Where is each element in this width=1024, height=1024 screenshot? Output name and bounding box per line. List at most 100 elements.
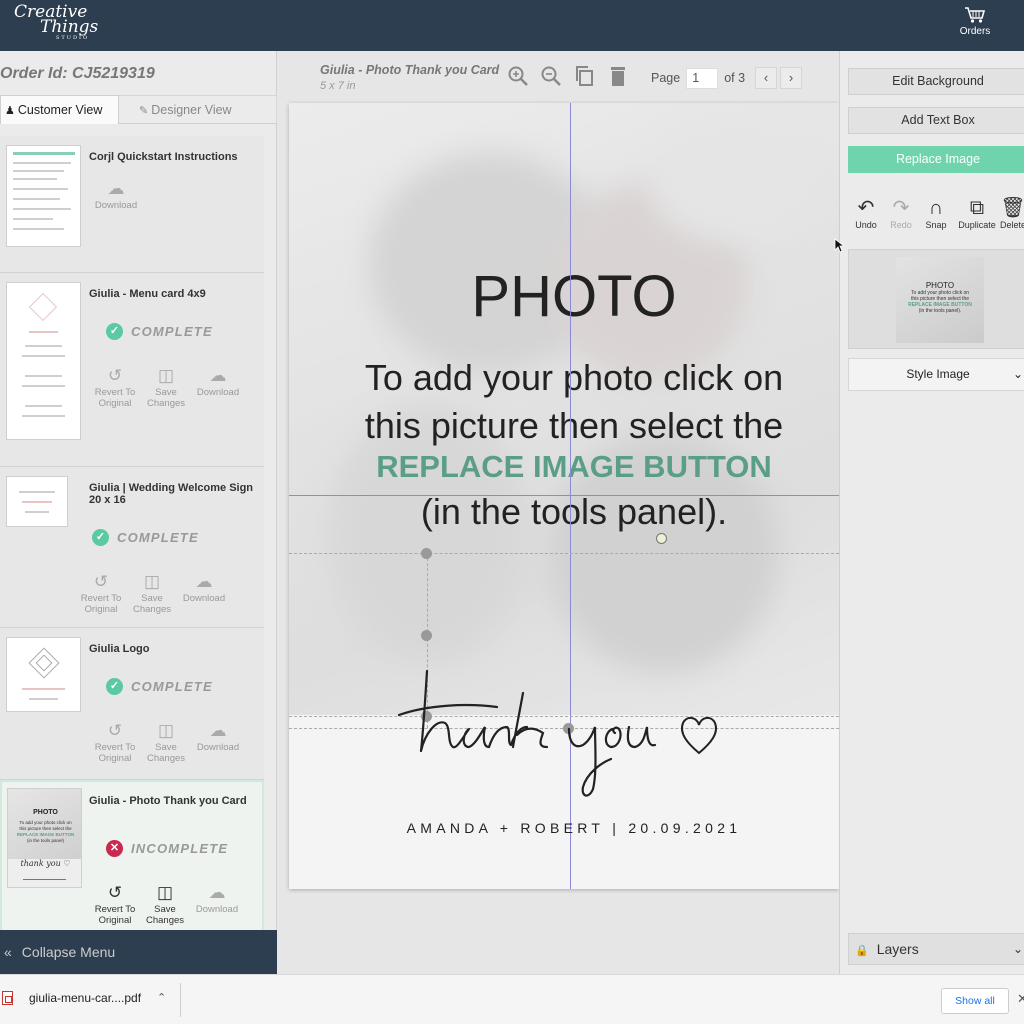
revert-button[interactable]: ↺ Revert To Original [75, 571, 127, 615]
document-size: 5 x 7 in [320, 80, 356, 92]
style-image-label: Style Image [906, 367, 970, 381]
magnet-icon: ∩ [928, 197, 944, 219]
image-preview: PHOTO To add your photo click on this pi… [896, 257, 984, 343]
copy-icon[interactable] [574, 65, 596, 93]
save-changes-button[interactable]: ◫ Save Changes [140, 720, 192, 764]
replace-image-hint[interactable]: REPLACE IMAGE BUTTON [289, 449, 839, 485]
status-label: COMPLETE [131, 679, 213, 694]
download-button[interactable]: ☁ Download [178, 571, 230, 605]
status-label: COMPLETE [117, 530, 199, 545]
page-number-input[interactable]: 1 [686, 67, 719, 89]
style-image-dropdown[interactable]: Style Image ⌄ [848, 358, 1024, 391]
horizontal-guide [289, 495, 839, 496]
show-all-button[interactable]: Show all [941, 988, 1009, 1014]
download-button[interactable]: ☁ Download [90, 178, 142, 212]
rotate-handle[interactable] [656, 533, 667, 544]
design-canvas[interactable]: PHOTO To add your photo click on this pi… [289, 103, 839, 889]
image-preview-box: PHOTO To add your photo click on this pi… [848, 249, 1024, 349]
delete-button[interactable]: 🗑 Delete [998, 197, 1024, 230]
card-title: Giulia - Photo Thank you Card [89, 795, 247, 807]
zoom-in-icon[interactable] [507, 65, 529, 93]
product-card-welcome-sign[interactable]: Giulia | Wedding Welcome Sign 20 x 16 ✓ C… [0, 467, 264, 628]
close-icon[interactable]: ✕ [1017, 991, 1024, 1007]
action-label: Revert To Original [94, 742, 136, 764]
tool-label: Undo [855, 220, 877, 230]
revert-button[interactable]: ↺ Revert To Original [89, 720, 141, 764]
product-card-logo[interactable]: Giulia Logo ✓ COMPLETE ↺ Revert To Origin… [0, 628, 264, 780]
add-text-box-button[interactable]: Add Text Box [848, 107, 1024, 134]
pdf-file-icon [2, 991, 13, 1005]
top-bar: Creative Things STUDIO Orders [0, 0, 1024, 51]
prev-page-button[interactable]: ‹ [755, 67, 778, 89]
product-card-menu[interactable]: Giulia - Menu card 4x9 ✓ COMPLETE ↺ Rever… [0, 273, 264, 467]
edit-background-button[interactable]: Edit Background [848, 68, 1024, 95]
card-thumbnail: PHOTO To add your photo click on this pic… [7, 788, 82, 888]
trash-icon: 🗑 [1000, 197, 1024, 219]
double-chevron-left-icon: « [4, 944, 12, 960]
product-card-quickstart[interactable]: Corjl Quickstart Instructions ☁ Download [0, 136, 264, 273]
revert-icon: ↺ [107, 883, 123, 902]
collapse-menu-button[interactable]: « Collapse Menu [0, 930, 277, 974]
save-changes-button[interactable]: ◫ Save Changes [139, 882, 191, 926]
instruction-line-2[interactable]: this picture then select the [289, 405, 839, 447]
order-id: Order Id: CJ5219319 [0, 65, 155, 82]
resize-handle[interactable] [421, 548, 432, 559]
revert-icon: ↺ [107, 721, 123, 740]
collapse-label: Collapse Menu [21, 944, 116, 960]
cloud-download-icon: ☁ [107, 179, 125, 198]
redo-button[interactable]: ↷ Redo [881, 197, 921, 230]
revert-button[interactable]: ↺ Revert To Original [89, 882, 141, 926]
tab-customer-view[interactable]: ♟ Customer View [0, 95, 119, 124]
action-label: Download [196, 742, 240, 753]
view-tabs: ♟ Customer View ✎ Designer View [0, 95, 277, 124]
cloud-download-icon: ☁ [208, 883, 226, 902]
tool-label: Snap [925, 220, 947, 230]
zoom-out-icon[interactable] [540, 65, 562, 93]
tool-label: Delete [999, 220, 1024, 230]
card-thumbnail [6, 145, 81, 247]
replace-image-button[interactable]: Replace Image [848, 146, 1024, 173]
chevron-up-icon[interactable]: ⌃ [157, 991, 166, 1004]
download-file-name: giulia-menu-car....pdf [29, 991, 142, 1005]
duplicate-button[interactable]: ⧉ Duplicate [955, 197, 999, 230]
preview-title: PHOTO [925, 281, 955, 290]
redo-icon: ↷ [892, 197, 910, 219]
save-changes-button[interactable]: ◫ Save Changes [126, 571, 178, 615]
page-label: Page [651, 71, 681, 85]
card-thumbnail [6, 476, 68, 527]
status-label: COMPLETE [131, 324, 213, 339]
snap-button[interactable]: ∩ Snap [916, 197, 956, 230]
brand-logo[interactable]: Creative Things STUDIO [14, 4, 98, 41]
action-label: Save Changes [132, 593, 172, 615]
action-label: Revert To Original [80, 593, 122, 615]
download-button[interactable]: ☁ Download [191, 882, 243, 916]
page-navigator: Page 1 of 3 ‹ › [651, 67, 803, 89]
chevron-down-icon: ⌄ [1012, 942, 1023, 956]
thank-you-script[interactable] [397, 663, 727, 803]
revert-icon: ↺ [107, 366, 123, 385]
status-badge: ✓ COMPLETE [106, 323, 213, 340]
next-page-button[interactable]: › [780, 67, 803, 89]
preview-line: (in the tools panel). [918, 308, 962, 314]
instruction-line-1[interactable]: To add your photo click on [289, 357, 839, 399]
save-icon: ◫ [157, 366, 175, 385]
trash-icon[interactable] [608, 65, 628, 93]
couple-names-date[interactable]: AMANDA + ROBERT | 20.09.2021 [289, 820, 839, 836]
undo-button[interactable]: ↶ Undo [846, 197, 886, 230]
photo-title[interactable]: PHOTO [289, 263, 839, 330]
download-button[interactable]: ☁ Download [192, 720, 244, 754]
tab-designer-view[interactable]: ✎ Designer View [119, 95, 277, 124]
revert-button[interactable]: ↺ Revert To Original [89, 365, 141, 409]
check-circle-icon: ✓ [106, 678, 123, 695]
resize-handle[interactable] [421, 630, 432, 641]
card-thumbnail [6, 637, 81, 712]
save-changes-button[interactable]: ◫ Save Changes [140, 365, 192, 409]
instruction-line-4[interactable]: (in the tools panel). [289, 491, 839, 533]
action-label: Download [196, 387, 240, 398]
layers-dropdown[interactable]: 🔒 Layers ⌄ [848, 933, 1024, 965]
orders-button[interactable]: Orders [958, 6, 992, 37]
mouse-cursor-icon [834, 238, 844, 253]
download-item[interactable]: giulia-menu-car....pdf [2, 991, 141, 1005]
tool-label: Duplicate [958, 220, 996, 230]
download-button[interactable]: ☁ Download [192, 365, 244, 399]
